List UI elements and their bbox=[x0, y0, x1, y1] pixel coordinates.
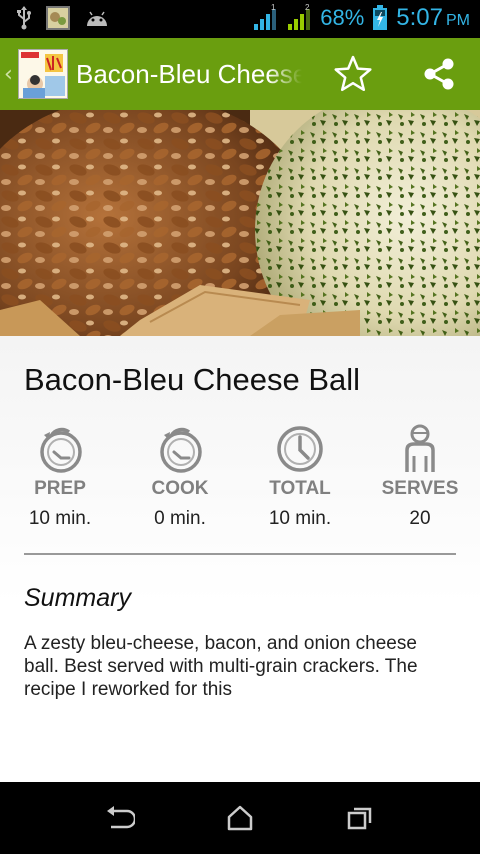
summary-text: A zesty bleu-cheese, bacon, and onion ch… bbox=[24, 633, 418, 700]
share-button[interactable] bbox=[404, 38, 474, 110]
person-icon bbox=[405, 424, 435, 472]
stat-total: TOTAL 10 min. bbox=[240, 424, 360, 530]
usb-icon bbox=[17, 6, 31, 30]
timer-icon bbox=[160, 427, 202, 473]
home-icon bbox=[227, 805, 253, 831]
stat-serves-label: SERVES bbox=[381, 478, 459, 499]
stat-prep-value: 10 min. bbox=[28, 508, 92, 529]
action-bar: ‹ Bacon-Bleu Cheese Ball bbox=[0, 38, 480, 110]
clock-ampm: PM bbox=[446, 12, 470, 29]
stat-cook-value: 0 min. bbox=[154, 508, 206, 529]
app-icon[interactable] bbox=[18, 49, 68, 99]
recipe-photo bbox=[0, 110, 480, 336]
up-chevron-icon[interactable]: ‹ bbox=[4, 62, 16, 87]
system-status: 1 2 68% 5:07 PM bbox=[252, 4, 470, 32]
signal-2-icon: 2 bbox=[288, 4, 311, 30]
stat-serves: SERVES 20 bbox=[360, 424, 480, 530]
cheese-ball-photo bbox=[0, 110, 480, 336]
recent-apps-button[interactable] bbox=[300, 782, 420, 854]
share-icon bbox=[424, 58, 454, 90]
star-icon bbox=[334, 55, 372, 92]
recipe-title: Bacon-Bleu Cheese Ball bbox=[24, 362, 361, 397]
favorite-button[interactable] bbox=[318, 38, 388, 110]
stat-cook: COOK 0 min. bbox=[120, 424, 240, 530]
recipe-details: Bacon-Bleu Cheese Ball PREP 10 min. COOK… bbox=[0, 336, 480, 782]
stat-total-value: 10 min. bbox=[268, 508, 332, 529]
notification-icons bbox=[16, 6, 110, 30]
status-clock: 5:07 PM bbox=[396, 4, 470, 32]
battery-percent: 68% bbox=[320, 5, 365, 30]
section-divider bbox=[24, 553, 456, 555]
back-button[interactable] bbox=[60, 782, 180, 854]
battery-charging-icon bbox=[373, 5, 388, 30]
stat-prep: PREP 10 min. bbox=[0, 424, 120, 530]
clock-time: 5:07 bbox=[396, 4, 443, 31]
timer-icon bbox=[40, 427, 82, 473]
stat-prep-label: PREP bbox=[34, 478, 86, 499]
android-icon bbox=[87, 11, 107, 26]
home-button[interactable] bbox=[180, 782, 300, 854]
recipe-screen: 1 2 68% 5:07 PM ‹ Bacon-Bleu Cheese Baco… bbox=[0, 0, 480, 854]
cheese-balls-app-logo bbox=[19, 50, 67, 98]
action-bar-title: Bacon-Bleu Cheese Ball bbox=[76, 58, 302, 89]
signal-1-icon: 1 bbox=[254, 4, 277, 30]
clock-icon bbox=[277, 426, 323, 472]
stat-serves-value: 20 bbox=[409, 508, 431, 529]
recipe-stats: PREP 10 min. COOK 0 min. TOTAL 10 min. S… bbox=[0, 424, 480, 534]
recent-apps-icon bbox=[347, 807, 372, 830]
svg-text:1: 1 bbox=[271, 4, 276, 12]
navigation-bar bbox=[0, 782, 480, 854]
back-icon bbox=[107, 806, 135, 829]
stat-total-label: TOTAL bbox=[269, 478, 331, 499]
cheese-ball-notification-icon bbox=[46, 6, 70, 30]
svg-text:2: 2 bbox=[305, 4, 310, 12]
summary-heading: Summary bbox=[24, 584, 131, 612]
stat-cook-label: COOK bbox=[151, 478, 209, 499]
status-bar: 1 2 68% 5:07 PM bbox=[0, 0, 480, 38]
